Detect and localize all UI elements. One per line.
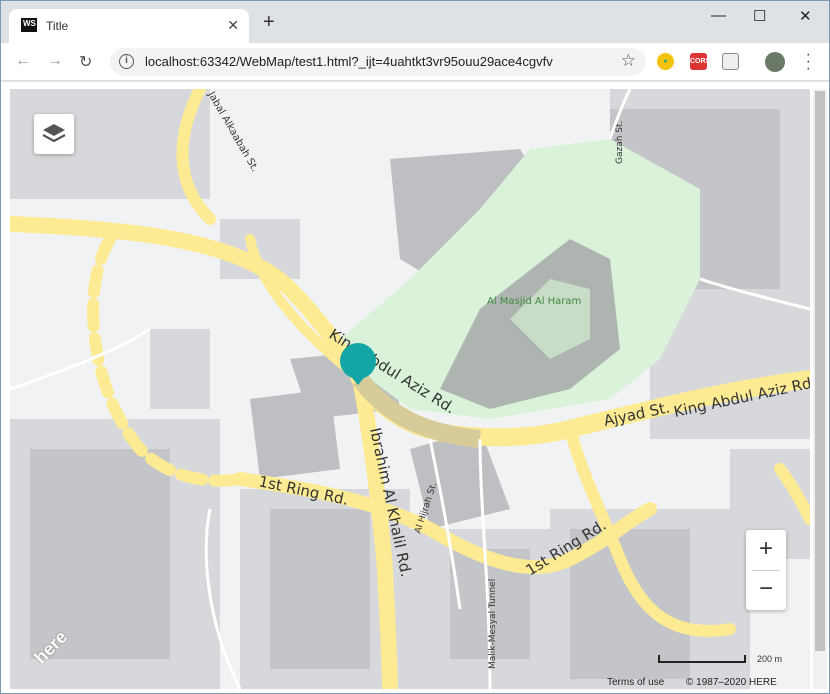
- close-tab-icon[interactable]: ✕: [227, 17, 239, 34]
- menu-icon[interactable]: · · ·: [806, 47, 811, 77]
- browser-toolbar: ← → ↻ i localhost:63342/WebMap/test1.htm…: [1, 43, 829, 81]
- cors-extension-icon[interactable]: CORS: [690, 53, 710, 70]
- layers-button[interactable]: [34, 114, 74, 154]
- maximize-icon[interactable]: ☐: [753, 7, 766, 25]
- avatar[interactable]: [765, 52, 785, 72]
- cube-extension-icon[interactable]: [722, 53, 739, 70]
- webstorm-icon: WS: [21, 18, 37, 34]
- zoom-control: + −: [746, 530, 786, 610]
- new-tab-icon[interactable]: +: [263, 12, 275, 32]
- forward-icon[interactable]: →: [47, 52, 63, 70]
- map-view[interactable]: King Abdul Aziz Rd. Ajyad St. King Abdul…: [10, 89, 810, 689]
- info-icon[interactable]: i: [119, 54, 134, 69]
- place-label-masjid: Al Masjid Al Haram: [487, 296, 581, 307]
- copyright-text: © 1987–2020 HERE: [686, 677, 777, 688]
- extension-globe-icon[interactable]: ●: [657, 53, 674, 70]
- minimize-icon[interactable]: —: [711, 7, 726, 24]
- layers-icon: [42, 124, 66, 143]
- close-window-icon[interactable]: ✕: [799, 7, 812, 25]
- terms-of-use-link[interactable]: Terms of use: [607, 677, 664, 688]
- url-text: localhost:63342/WebMap/test1.html?_ijt=4…: [145, 54, 553, 69]
- page-content: King Abdul Aziz Rd. Ajyad St. King Abdul…: [1, 82, 829, 693]
- browser-tab[interactable]: WS Title ✕: [9, 9, 249, 43]
- address-bar[interactable]: i localhost:63342/WebMap/test1.html?_ijt…: [110, 48, 646, 76]
- tab-title: Title: [46, 19, 69, 33]
- road-label-malik-tunnel: Malik-Mesyal Tunnel: [488, 579, 498, 669]
- title-bar: WS Title ✕ + — ☐ ✕: [1, 1, 829, 43]
- browser-window: WS Title ✕ + — ☐ ✕ ← → ↻ i localhost:633…: [0, 0, 830, 694]
- map-canvas: King Abdul Aziz Rd. Ajyad St. King Abdul…: [10, 89, 810, 689]
- road-label-gazah: Gazah St.: [615, 121, 625, 164]
- reload-icon[interactable]: ↻: [79, 52, 92, 72]
- back-icon[interactable]: ←: [15, 52, 31, 70]
- scale-bar: [658, 655, 746, 663]
- scroll-thumb[interactable]: [815, 91, 825, 651]
- bookmark-star-icon[interactable]: ☆: [621, 51, 636, 71]
- vertical-scrollbar[interactable]: [813, 89, 827, 689]
- zoom-in-button[interactable]: +: [746, 530, 786, 570]
- zoom-out-button[interactable]: −: [746, 570, 786, 610]
- scale-label: 200 m: [757, 654, 783, 664]
